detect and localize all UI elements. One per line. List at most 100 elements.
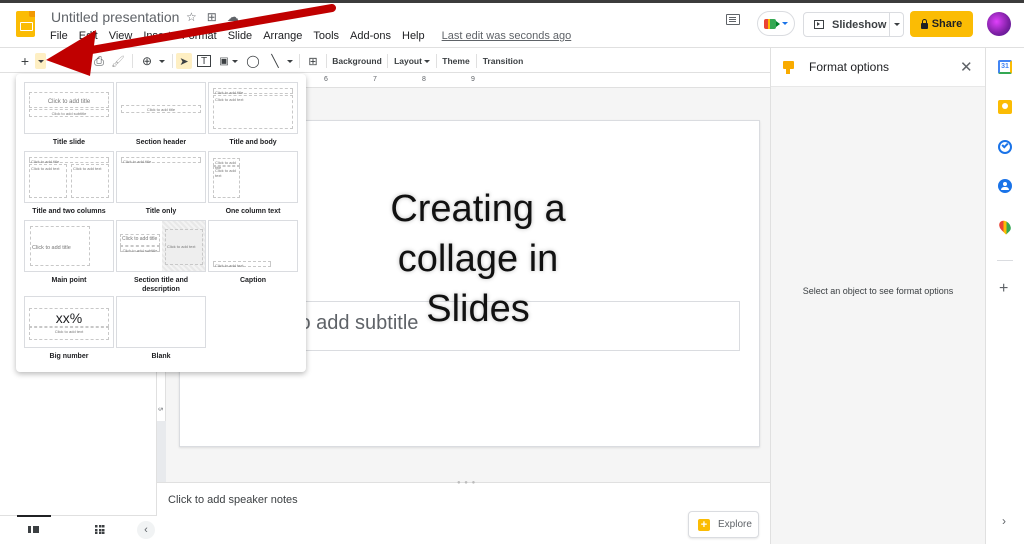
speaker-notes[interactable]: ● ● ● Click to add speaker notes — [157, 480, 770, 544]
paint-format-icon[interactable]: 🖌 — [111, 53, 125, 69]
maps-icon[interactable] — [996, 218, 1014, 235]
layout-thumbnail — [116, 296, 206, 348]
menu-tools[interactable]: Tools — [313, 30, 344, 42]
notes-resize-handle[interactable]: ● ● ● — [457, 480, 476, 486]
chevron-down-icon — [159, 59, 165, 63]
layout-option-title-and-body[interactable]: Click to add title Click to add text Tit… — [208, 82, 298, 147]
undo-icon[interactable]: ↶ — [52, 53, 64, 69]
layout-thumbnail: Click to add title — [116, 151, 206, 203]
layout-option-big-number[interactable]: xx% Click to add text Big number — [24, 296, 114, 361]
placeholder-title: Click to add title — [213, 158, 240, 170]
layout-option-title-and-two-columns[interactable]: Click to add title Click to add text Cli… — [24, 151, 114, 216]
layout-label: One column text — [225, 208, 281, 215]
add-comment-icon[interactable]: ⊞ — [306, 53, 320, 69]
menu-insert[interactable]: Insert — [143, 30, 176, 42]
layout-thumbnail: Click to add title Click to add text — [208, 82, 298, 134]
layout-option-section-title-and-description[interactable]: Click to add title Click to add subtitle… — [116, 220, 206, 294]
layout-label: Main point — [51, 277, 87, 284]
layout-option-title-only[interactable]: Click to add title Title only — [116, 151, 206, 216]
lock-icon — [920, 18, 928, 29]
cloud-status-icon[interactable]: ☁ — [227, 10, 239, 24]
menu-addons[interactable]: Add-ons — [350, 30, 396, 42]
menu-help[interactable]: Help — [402, 30, 430, 42]
chevron-down-icon — [893, 23, 900, 26]
ruler-tick-label: 5 — [156, 407, 163, 411]
menu-arrange[interactable]: Arrange — [263, 30, 307, 42]
grid-view-icon[interactable] — [95, 525, 105, 534]
chevron-down-icon — [782, 22, 788, 25]
menu-format[interactable]: Format — [182, 30, 222, 42]
keep-icon[interactable] — [998, 100, 1012, 114]
placeholder-title: Click to add title — [30, 226, 90, 266]
line-dropdown[interactable] — [286, 53, 294, 69]
layout-option-title-slide[interactable]: Click to add title Click to add subtitle… — [24, 82, 114, 147]
side-divider — [997, 260, 1013, 261]
move-to-folder-icon[interactable]: ⊞ — [207, 10, 217, 24]
toolbar-divider — [387, 54, 388, 68]
format-options-panel: Format options ✕ Select an object to see… — [770, 48, 985, 544]
menu-file[interactable]: File — [50, 30, 73, 42]
speaker-notes-placeholder[interactable]: Click to add speaker notes — [168, 494, 298, 506]
meet-button[interactable] — [757, 11, 795, 36]
layout-thumbnail: xx% Click to add text — [24, 296, 114, 348]
menu-edit[interactable]: Edit — [79, 30, 103, 42]
explore-button[interactable]: + Explore — [688, 511, 759, 538]
layout-label: Section title and description — [133, 277, 189, 293]
layout-option-main-point[interactable]: Click to add title Main point — [24, 220, 114, 285]
contacts-icon[interactable] — [998, 179, 1012, 193]
star-icon[interactable]: ☆ — [186, 10, 197, 24]
menu-bar: File Edit View Insert Format Slide Arran… — [50, 30, 582, 42]
calendar-icon[interactable]: 31 — [998, 60, 1012, 74]
layout-option-caption[interactable]: Click to add text Caption — [208, 220, 298, 285]
layout-thumbnail: Click to add title Click to add text Cli… — [24, 151, 114, 203]
close-icon[interactable]: ✕ — [960, 58, 973, 76]
format-paint-icon — [783, 61, 794, 74]
text-box-icon[interactable]: T — [197, 55, 211, 67]
shape-icon[interactable]: ◯ — [246, 53, 260, 69]
theme-button[interactable]: Theme — [441, 53, 471, 69]
layout-label: Title and two columns — [32, 208, 106, 215]
transition-button[interactable]: Transition — [482, 53, 524, 69]
line-icon[interactable]: ╲ — [268, 53, 282, 69]
filmstrip-view-icon[interactable] — [28, 526, 39, 533]
menu-view[interactable]: View — [109, 30, 138, 42]
toolbar-divider — [132, 54, 133, 68]
layout-thumbnail: Click to add title — [24, 220, 114, 272]
chevron-down-icon — [287, 59, 293, 63]
new-slide-button[interactable]: + — [18, 53, 32, 69]
zoom-icon[interactable]: ⊕ — [140, 53, 154, 69]
tasks-icon[interactable] — [998, 140, 1012, 154]
slideshow-options-dropdown[interactable] — [889, 13, 903, 36]
layout-thumbnail: Click to add text — [208, 220, 298, 272]
placeholder-subtitle: Click to add subtitle — [120, 246, 160, 253]
image-icon[interactable]: ▣ — [218, 53, 230, 69]
format-panel-header: Format options ✕ — [771, 48, 985, 87]
zoom-dropdown[interactable] — [157, 53, 167, 69]
placeholder-title: Click to add title — [29, 157, 109, 164]
placeholder-body: Click to add text — [213, 95, 293, 129]
print-icon[interactable]: ⎙ — [92, 53, 106, 69]
play-icon — [814, 20, 824, 29]
layout-option-blank[interactable]: Blank — [116, 296, 206, 361]
new-slide-layout-dropdown[interactable] — [35, 53, 46, 69]
background-button[interactable]: Background — [332, 53, 382, 69]
last-edit-link[interactable]: Last edit was seconds ago — [442, 30, 577, 42]
add-addon-icon[interactable]: + — [999, 280, 1008, 298]
menu-slide[interactable]: Slide — [228, 30, 257, 42]
select-cursor-icon[interactable]: ➤ — [176, 53, 192, 69]
layout-menu: Click to add title Click to add subtitle… — [16, 74, 306, 372]
avatar[interactable] — [987, 12, 1011, 36]
toolbar-divider — [436, 54, 437, 68]
layout-option-section-header[interactable]: Click to add title Section header — [116, 82, 206, 147]
collapse-filmstrip-button[interactable]: ‹ — [137, 521, 155, 539]
slideshow-button[interactable]: Slideshow — [803, 12, 904, 37]
image-dropdown[interactable] — [231, 53, 239, 69]
slides-logo-icon[interactable] — [16, 11, 35, 37]
layout-option-one-column-text[interactable]: Click to add title Click to add text One… — [208, 151, 298, 216]
share-button[interactable]: Share — [910, 11, 973, 37]
expand-side-panel-icon[interactable]: › — [1002, 514, 1006, 528]
document-title[interactable]: Untitled presentation — [51, 9, 179, 25]
comment-history-icon[interactable] — [726, 14, 740, 25]
toolbar-divider — [172, 54, 173, 68]
layout-button[interactable]: Layout — [393, 53, 431, 69]
